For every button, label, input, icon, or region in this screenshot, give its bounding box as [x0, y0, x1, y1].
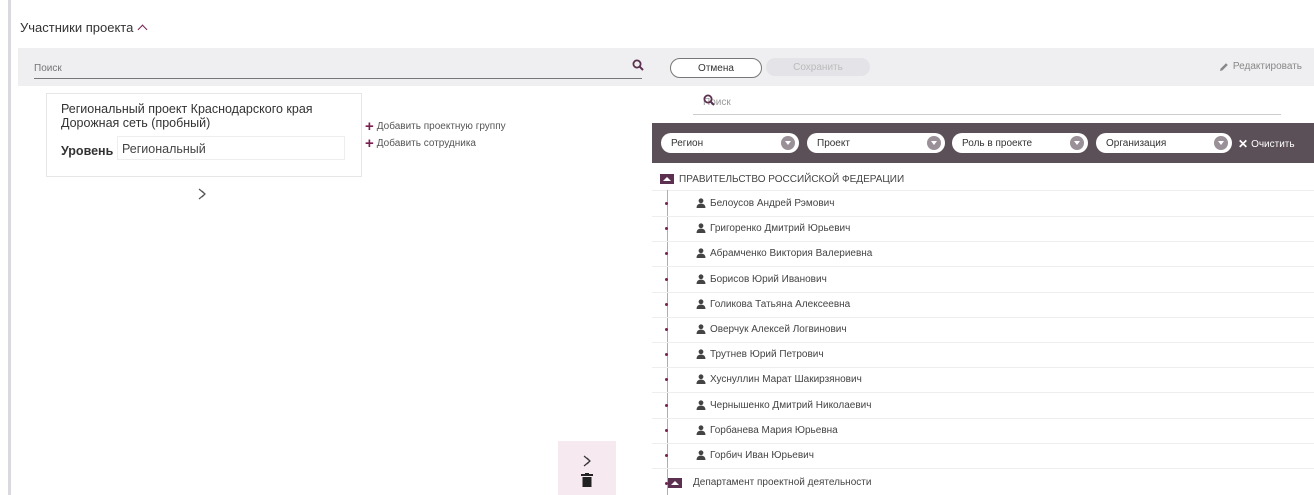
plus-icon: + [365, 134, 374, 152]
filter-project-label: Проект [817, 137, 850, 149]
add-employee-link[interactable]: + Добавить сотрудника [365, 134, 476, 152]
person-icon [696, 374, 706, 387]
person-row[interactable]: Белоусов Андрей Рэмович [652, 191, 1314, 217]
person-icon [696, 248, 706, 261]
search-icon[interactable] [703, 94, 1275, 109]
organization-row[interactable]: ПРАВИТЕЛЬСТВО РОССИЙСКОЙ ФЕДЕРАЦИИ [652, 168, 1314, 191]
clear-filters-button[interactable]: ✕ Очистить [1238, 137, 1295, 151]
person-name: Оверчук Алексей Логвинович [710, 324, 847, 335]
person-row[interactable]: Горбич Иван Юрьевич [652, 443, 1314, 469]
edit-button[interactable]: Редактировать [1219, 61, 1302, 72]
person-name: Трутнев Юрий Петрович [710, 349, 824, 361]
tree-dot [665, 328, 668, 331]
person-name: Абрамченко Виктория Валериевна [710, 248, 873, 260]
section-header[interactable]: Участники проекта [20, 20, 148, 35]
trash-icon[interactable] [581, 473, 593, 487]
person-icon [696, 450, 706, 463]
chevron-up-icon[interactable] [137, 24, 148, 35]
organization-name: ПРАВИТЕЛЬСТВО РОССИЙСКОЙ ФЕДЕРАЦИИ [679, 173, 905, 185]
chevron-down-icon[interactable] [781, 136, 795, 150]
filter-role-label: Роль в проекте [962, 137, 1033, 149]
person-icon [696, 299, 706, 312]
tree-dot [665, 428, 668, 432]
filter-organization-label: Организация [1106, 137, 1167, 149]
project-card: Региональный проект Краснодарского края … [46, 93, 362, 177]
tree-dot [665, 252, 668, 256]
project-title: Региональный проект Краснодарского края … [61, 102, 313, 130]
search-input[interactable] [34, 59, 594, 78]
person-row[interactable]: Оверчук Алексей Логвинович [652, 317, 1314, 343]
edit-label: Редактировать [1232, 61, 1302, 72]
add-group-link[interactable]: + Добавить проектную группу [365, 117, 506, 135]
department-name: Департамент проектной деятельности [693, 477, 872, 488]
person-row[interactable]: Чернышенко Дмитрий Николаевич [652, 393, 1314, 419]
close-icon: ✕ [1238, 137, 1249, 151]
person-name: Борисов Юрий Иванович [710, 273, 827, 285]
people-search-field[interactable]: Поиск [693, 92, 1281, 115]
search-icon[interactable] [632, 58, 644, 76]
chevron-down-icon[interactable] [1214, 136, 1228, 150]
person-name: Горбич Иван Юрьевич [710, 450, 814, 461]
person-name: Григоренко Дмитрий Юрьевич [710, 223, 851, 235]
add-employee-label: Добавить сотрудника [376, 138, 476, 149]
drag-arrow-icon [583, 455, 591, 467]
tree-dot [665, 353, 668, 357]
chevron-down-icon[interactable] [927, 136, 941, 150]
tree-dot [665, 277, 668, 281]
clear-label: Очистить [1251, 138, 1295, 150]
person-row[interactable]: Борисов Юрий Иванович [652, 267, 1314, 293]
person-icon [696, 349, 706, 362]
department-row[interactable]: Департамент проектной деятельности [652, 472, 1314, 495]
person-row[interactable]: Трутнев Юрий Петрович [652, 342, 1314, 369]
filter-role[interactable]: Роль в проекте [952, 133, 1088, 153]
person-icon [696, 399, 706, 413]
person-row[interactable]: Голикова Татьяна Алексеевна [652, 292, 1314, 318]
person-name: Белоусов Андрей Рэмович [710, 198, 835, 209]
person-name: Хуснуллин Марат Шакирзянович [710, 374, 862, 386]
person-name: Голикова Татьяна Алексеевна [710, 298, 851, 310]
collapse-icon[interactable] [668, 478, 682, 488]
search-field[interactable] [34, 58, 644, 79]
save-button[interactable]: Сохранить [766, 58, 870, 76]
filter-region[interactable]: Регион [661, 133, 799, 153]
cancel-button[interactable]: Отмена [670, 58, 762, 78]
person-icon [696, 425, 706, 438]
person-icon [696, 223, 706, 236]
filter-project[interactable]: Проект [807, 133, 945, 153]
tree-dot [665, 403, 668, 407]
level-label: Уровень [61, 144, 114, 158]
add-group-label: Добавить проектную группу [376, 121, 506, 132]
person-icon [696, 198, 706, 211]
tree-dot [665, 227, 668, 231]
drop-zone[interactable] [558, 441, 616, 495]
tree-dot [665, 378, 668, 382]
filter-organization[interactable]: Организация [1096, 133, 1232, 153]
person-row[interactable]: Григоренко Дмитрий Юрьевич [652, 216, 1314, 243]
person-row[interactable]: Горбанева Мария Юрьевна [652, 418, 1314, 444]
chevron-down-icon[interactable] [1070, 136, 1084, 150]
person-icon [696, 324, 706, 337]
left-edge-bar [8, 0, 11, 495]
person-name: Чернышенко Дмитрий Николаевич [710, 399, 872, 411]
drag-arrow-icon[interactable] [197, 187, 207, 205]
filter-bar: Регион Проект Роль в проекте Организация… [652, 123, 1314, 163]
person-icon [696, 273, 706, 287]
section-title: Участники проекта [20, 20, 134, 35]
filter-region-label: Регион [671, 137, 704, 149]
tree-dot [665, 454, 668, 457]
pencil-icon [1219, 62, 1228, 71]
plus-icon: + [365, 117, 374, 135]
tree-dot [665, 302, 668, 306]
person-row[interactable]: Абрамченко Виктория Валериевна [652, 241, 1314, 268]
person-row[interactable]: Хуснуллин Марат Шакирзянович [652, 367, 1314, 394]
collapse-icon[interactable] [660, 174, 674, 184]
person-name: Горбанева Мария Юрьевна [710, 424, 838, 436]
level-value[interactable]: Региональный [117, 136, 345, 160]
tree-dot [665, 202, 668, 205]
